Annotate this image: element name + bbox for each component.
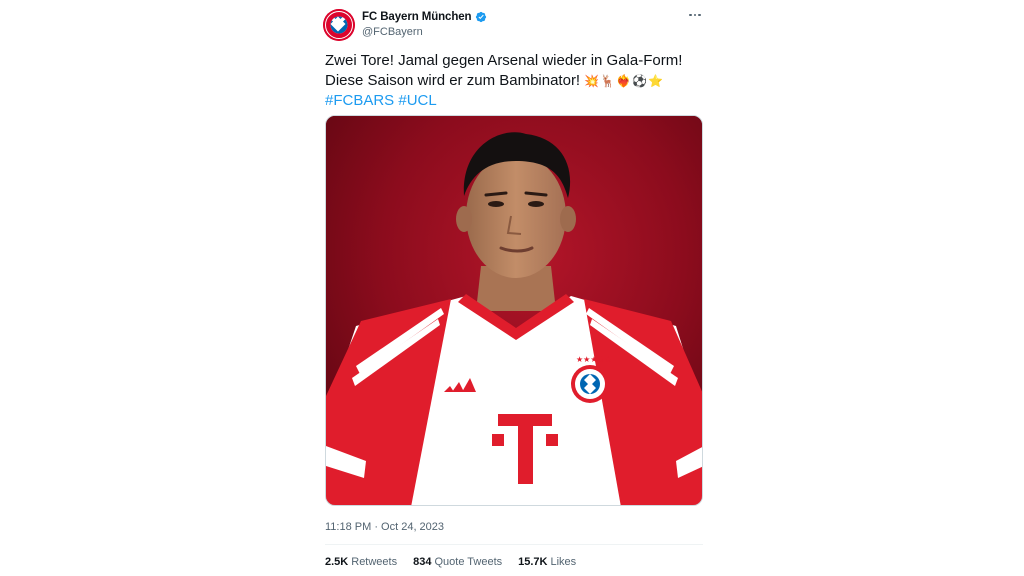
- tweet-hashtags-line: #FCBARS #UCL: [325, 91, 705, 111]
- author-name-row[interactable]: FC Bayern München: [362, 11, 487, 23]
- quotes-count: 834: [413, 556, 432, 568]
- more-options-icon[interactable]: [686, 7, 704, 23]
- author-handle[interactable]: @FCBayern: [362, 26, 423, 38]
- quotes-label: Quote Tweets: [434, 556, 503, 568]
- likes-stat[interactable]: 15.7K Likes: [518, 556, 576, 568]
- tweet-text-line-2-content: Diese Saison wird er zum Bambinator!: [325, 72, 581, 89]
- divider: [325, 544, 703, 545]
- quote-tweets-stat[interactable]: 834 Quote Tweets: [413, 556, 502, 568]
- fc-bayern-logo-icon: [323, 9, 355, 41]
- tweet-emojis: 💥🦌❤️‍🔥⚽⭐: [584, 74, 664, 88]
- tweet-stats: 2.5K Retweets 834 Quote Tweets 15.7K Likes: [325, 556, 576, 568]
- tweet-text: Zwei Tore! Jamal gegen Arsenal wieder in…: [325, 51, 705, 111]
- hashtag-link[interactable]: #FCBARS: [325, 92, 394, 109]
- retweets-stat[interactable]: 2.5K Retweets: [325, 556, 397, 568]
- retweets-count: 2.5K: [325, 556, 349, 568]
- tweet-text-line-2: Diese Saison wird er zum Bambinator! 💥🦌❤…: [325, 71, 705, 91]
- tweet-text-line-1: Zwei Tore! Jamal gegen Arsenal wieder in…: [325, 52, 683, 69]
- svg-text:★★★★★: ★★★★★: [576, 355, 612, 364]
- retweets-label: Retweets: [351, 556, 398, 568]
- verified-badge-icon: [476, 11, 487, 23]
- hashtag-link[interactable]: #UCL: [398, 92, 436, 109]
- more-dot: [693, 13, 697, 17]
- tweet-timestamp[interactable]: 11:18 PM · Oct 24, 2023: [325, 521, 444, 533]
- likes-label: Likes: [550, 556, 577, 568]
- player-photo-illustration: ★★★★★: [326, 116, 702, 505]
- tweet-media-photo[interactable]: ★★★★★: [325, 115, 703, 506]
- tweet-card: FC Bayern München @FCBayern Zwei Tore! J…: [0, 0, 1024, 576]
- likes-count: 15.7K: [518, 556, 548, 568]
- author-display-name[interactable]: FC Bayern München: [362, 11, 472, 23]
- more-dot: [698, 13, 701, 17]
- author-avatar[interactable]: [323, 9, 355, 41]
- more-dot: [689, 13, 692, 17]
